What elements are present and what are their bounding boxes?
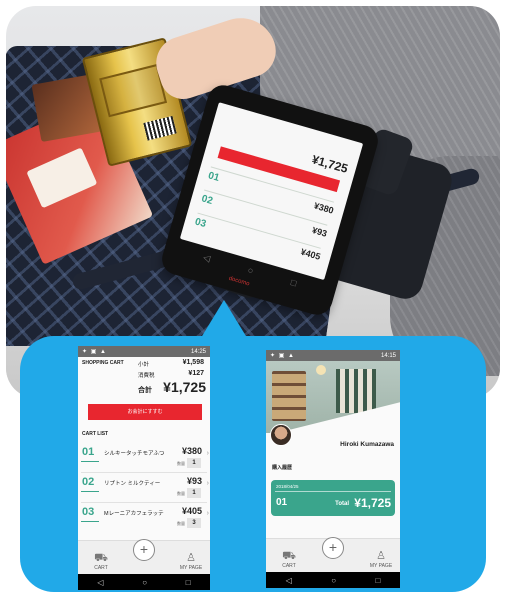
- shopping-cart-screen: ✦ ▣ ▲ 14:25 SHOPPING CART 小計 ¥1,598 消費税 …: [78, 346, 210, 590]
- status-icons: ✦ ▣ ▲: [82, 349, 107, 355]
- divider: [275, 491, 391, 492]
- nav-home-icon[interactable]: ○: [331, 576, 336, 585]
- list-item[interactable]: 02 リプトン ミルクティー ¥93 数量 1 ›: [78, 473, 210, 503]
- list-item[interactable]: 03 Mレーニアカフェラッテ ¥405 数量 3 ›: [78, 503, 210, 533]
- nav-back-icon[interactable]: ◁: [286, 576, 292, 585]
- item-price: ¥93: [186, 476, 202, 486]
- tab-mypage-label: MY PAGE: [179, 565, 203, 571]
- person-icon: ♙: [376, 550, 386, 562]
- tab-mypage-label: MY PAGE: [369, 563, 393, 569]
- status-time: 14:25: [190, 348, 206, 355]
- box-label: [26, 147, 98, 209]
- subtotal-value: ¥1,598: [182, 359, 204, 366]
- banner-shelf: [336, 369, 376, 413]
- cart-list-heading: CART LIST: [82, 431, 109, 437]
- total-value: ¥1,725: [163, 379, 206, 395]
- user-name: Hiroki Kumazawa: [340, 441, 394, 448]
- avatar[interactable]: [270, 424, 292, 446]
- checkout-button[interactable]: お会計にすすむ: [88, 404, 202, 420]
- item-number: 02: [82, 476, 95, 488]
- history-number: 01: [276, 497, 288, 508]
- nav-back-icon: ◁: [202, 252, 212, 264]
- tab-mypage[interactable]: ♙ MY PAGE: [366, 550, 396, 569]
- device-row-price: ¥380: [312, 200, 335, 216]
- total-label: 合計: [138, 387, 152, 394]
- quantity-value[interactable]: 3: [187, 518, 201, 528]
- subtotal-label: 小計: [138, 362, 150, 368]
- device-row-price: ¥93: [311, 225, 329, 239]
- status-bar: ✦ ▣ ▲ 14:25: [78, 346, 210, 357]
- nav-recent-icon: □: [289, 277, 298, 289]
- device-row-price: ¥405: [299, 246, 322, 262]
- tab-cart[interactable]: ⛟ CART: [274, 550, 304, 569]
- chevron-right-icon: ›: [206, 510, 209, 517]
- cart-icon: ⛟: [94, 552, 108, 564]
- quantity-label: 数量: [177, 521, 185, 526]
- tab-bar: ⛟ CART + ♙ MY PAGE: [78, 539, 210, 574]
- barcode: [143, 115, 177, 141]
- quantity-value[interactable]: 1: [187, 488, 201, 498]
- android-nav-bar: ◁ ○ □: [266, 572, 400, 588]
- banner-lamp: [316, 365, 326, 375]
- device-row-num: 02: [200, 193, 214, 207]
- device-brand: docomo: [227, 275, 251, 288]
- cart-icon: ⛟: [282, 550, 296, 562]
- device-row-num: 03: [193, 216, 208, 231]
- status-icons: ✦ ▣ ▲: [270, 353, 295, 359]
- tab-mypage[interactable]: ♙ MY PAGE: [176, 552, 206, 571]
- item-name: シルキータッチモアふつ: [104, 451, 165, 457]
- android-nav-bar: ◁ ○ □: [78, 574, 210, 590]
- page-title: SHOPPING CART: [82, 360, 124, 366]
- purchase-history-heading: 購入履歴: [272, 465, 293, 471]
- banner-shelf: [272, 371, 306, 421]
- device-total: ¥1,725: [310, 152, 350, 176]
- nav-back-icon[interactable]: ◁: [97, 578, 103, 587]
- item-number-underline: [81, 461, 99, 462]
- history-date: 2018/04/25: [276, 484, 299, 489]
- item-number: 01: [82, 446, 95, 458]
- status-bar: ✦ ▣ ▲ 14:15: [266, 350, 400, 361]
- tax-value: ¥127: [188, 370, 204, 377]
- history-total-label: Total: [335, 501, 349, 507]
- plus-circle-icon[interactable]: +: [133, 539, 155, 561]
- plus-circle-icon[interactable]: +: [322, 537, 344, 559]
- tax-label: 消費税: [138, 373, 155, 379]
- tab-cart[interactable]: ⛟ CART: [86, 552, 116, 571]
- person-icon: ♙: [186, 552, 196, 564]
- nav-recent-icon[interactable]: □: [186, 578, 191, 587]
- nav-recent-icon[interactable]: □: [375, 576, 380, 585]
- item-name: Mレーニアカフェラッテ: [104, 511, 164, 517]
- item-number-underline: [81, 521, 99, 522]
- list-item[interactable]: 01 シルキータッチモアふつ ¥380 数量 1 ›: [78, 443, 210, 473]
- store-banner-image: [266, 361, 400, 433]
- device-row-num: 01: [206, 170, 221, 184]
- tab-cart-label: CART: [94, 565, 108, 571]
- chevron-right-icon: ›: [206, 480, 209, 487]
- tab-bar: ⛟ CART + ♙ MY PAGE: [266, 537, 400, 572]
- chevron-right-icon: ›: [206, 450, 209, 457]
- item-number-underline: [81, 491, 99, 492]
- purchase-history-card[interactable]: 2018/04/25 01 Total ¥1,725: [271, 480, 395, 516]
- my-page-screen: ✦ ▣ ▲ 14:15 Hiroki Kumazawa 購入履歴 2018/04…: [266, 350, 400, 588]
- tab-cart-label: CART: [282, 563, 296, 569]
- item-price: ¥405: [181, 506, 202, 516]
- nav-home-icon: ○: [246, 264, 255, 276]
- quantity-value[interactable]: 1: [187, 458, 201, 468]
- quantity-label: 数量: [177, 461, 185, 466]
- item-name: リプトン ミルクティー: [104, 481, 161, 487]
- quantity-label: 数量: [177, 491, 185, 496]
- item-price: ¥380: [181, 446, 202, 456]
- history-total-value: ¥1,725: [354, 496, 391, 510]
- nav-home-icon[interactable]: ○: [142, 578, 147, 587]
- item-number: 03: [82, 506, 95, 518]
- status-time: 14:15: [380, 352, 396, 359]
